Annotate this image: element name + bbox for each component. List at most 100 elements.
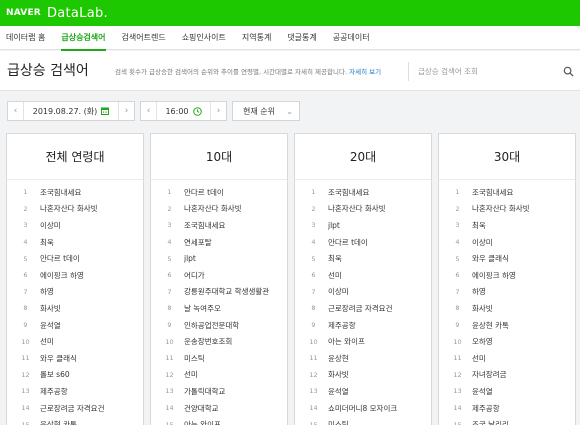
keyword-row[interactable]: 6 에이핑크 하영 xyxy=(439,267,575,284)
keyword-row[interactable]: 7 하영 xyxy=(7,284,143,301)
nav-item-regional-stats[interactable]: 지역통계 xyxy=(242,26,271,50)
keyword-link[interactable]: 선미 xyxy=(472,353,486,364)
keyword-row[interactable]: 5 와우 클래식 xyxy=(439,250,575,267)
keyword-link[interactable]: 최욱 xyxy=(328,253,342,264)
keyword-link[interactable]: 아는 와이프 xyxy=(328,336,365,347)
keyword-row[interactable]: 11 윤상현 xyxy=(295,350,431,367)
keyword-row[interactable]: 2 나혼자산다 화사빗 xyxy=(295,201,431,218)
keyword-row[interactable]: 8 화사빗 xyxy=(7,300,143,317)
keyword-link[interactable]: 하영 xyxy=(40,286,54,297)
keyword-link[interactable]: 최욱 xyxy=(40,237,54,248)
keyword-link[interactable]: 인하공업전문대학 xyxy=(184,320,239,331)
keyword-row[interactable]: 3 이상미 xyxy=(7,217,143,234)
keyword-link[interactable]: 윤상현 카톡 xyxy=(40,419,77,425)
keyword-row[interactable]: 3 jlpt xyxy=(295,217,431,234)
keyword-row[interactable]: 2 나혼자산다 화사빗 xyxy=(151,201,287,218)
keyword-row[interactable]: 6 어디가 xyxy=(151,267,287,284)
keyword-row[interactable]: 6 에이핑크 하영 xyxy=(7,267,143,284)
keyword-row[interactable]: 15 아는 와이프 xyxy=(151,416,287,425)
keyword-link[interactable]: 가톨릭대학교 xyxy=(184,386,225,397)
keyword-row[interactable]: 9 제주공항 xyxy=(295,317,431,334)
keyword-row[interactable]: 12 화사빗 xyxy=(295,367,431,384)
keyword-link[interactable]: 선미 xyxy=(40,336,54,347)
keyword-row[interactable]: 7 하영 xyxy=(439,284,575,301)
keyword-row[interactable]: 13 윤석열 xyxy=(295,383,431,400)
keyword-row[interactable]: 15 윤상현 카톡 xyxy=(7,416,143,425)
keyword-row[interactable]: 10 운송장번호조회 xyxy=(151,333,287,350)
keyword-link[interactable]: 나혼자산다 화사빗 xyxy=(184,203,242,214)
keyword-row[interactable]: 11 미스틱 xyxy=(151,350,287,367)
keyword-row[interactable]: 6 선미 xyxy=(295,267,431,284)
keyword-link[interactable]: 윤석열 xyxy=(40,320,61,331)
keyword-link[interactable]: 강릉원주대학교 학생생활관 xyxy=(184,286,269,297)
nav-item-search-trend[interactable]: 검색어트렌드 xyxy=(122,26,166,50)
keyword-link[interactable]: 조국힘내세요 xyxy=(40,187,81,198)
keyword-row[interactable]: 5 안다르 t데이 xyxy=(7,250,143,267)
keyword-link[interactable]: 건양대학교 xyxy=(184,403,219,414)
keyword-link[interactable]: 자녀장려금 xyxy=(472,369,507,380)
keyword-link[interactable]: 조국힘내세요 xyxy=(472,187,513,198)
keyword-row[interactable]: 3 조국힘내세요 xyxy=(151,217,287,234)
keyword-link[interactable]: 오하영 xyxy=(472,336,493,347)
keyword-row[interactable]: 11 와우 클래식 xyxy=(7,350,143,367)
keyword-row[interactable]: 1 조국힘내세요 xyxy=(7,184,143,201)
prev-date-button[interactable]: ‹ xyxy=(8,102,24,120)
keyword-link[interactable]: 윤상현 카톡 xyxy=(472,320,509,331)
keyword-link[interactable]: 나혼자산다 화사빗 xyxy=(472,203,530,214)
keyword-link[interactable]: 어디가 xyxy=(184,270,205,281)
keyword-row[interactable]: 13 윤석열 xyxy=(439,383,575,400)
keyword-row[interactable]: 9 윤석열 xyxy=(7,317,143,334)
keyword-row[interactable]: 2 나혼자산다 화사빗 xyxy=(7,201,143,218)
keyword-link[interactable]: 운송장번호조회 xyxy=(184,336,232,347)
naver-logo[interactable]: NAVER xyxy=(6,8,41,18)
nav-item-shopping-insight[interactable]: 쇼핑인사이트 xyxy=(182,26,226,50)
keyword-row[interactable]: 15 미스틱 xyxy=(295,416,431,425)
keyword-row[interactable]: 14 근로장려금 자격요건 xyxy=(7,400,143,417)
nav-item-public-data[interactable]: 공공데이터 xyxy=(333,26,370,50)
keyword-row[interactable]: 13 가톨릭대학교 xyxy=(151,383,287,400)
keyword-link[interactable]: 윤상현 xyxy=(328,353,349,364)
keyword-link[interactable]: 근로장려금 자격요건 xyxy=(40,403,104,414)
keyword-row[interactable]: 9 윤상현 카톡 xyxy=(439,317,575,334)
nav-item-rising-keywords[interactable]: 급상승검색어 xyxy=(61,26,106,51)
keyword-link[interactable]: 근로장려금 자격요건 xyxy=(328,303,392,314)
keyword-link[interactable]: 제주공항 xyxy=(328,320,356,331)
prev-time-button[interactable]: ‹ xyxy=(141,102,157,120)
keyword-link[interactable]: 연세포탈 xyxy=(184,237,212,248)
keyword-row[interactable]: 4 이상미 xyxy=(439,234,575,251)
keyword-row[interactable]: 5 jlpt xyxy=(151,250,287,267)
keyword-link[interactable]: 쇼미더머니8 모자이크 xyxy=(328,403,397,414)
keyword-link[interactable]: 제주공항 xyxy=(40,386,68,397)
keyword-search[interactable]: 급상승 검색어 조회 xyxy=(408,62,580,81)
keyword-link[interactable]: 화사빗 xyxy=(40,303,61,314)
date-display[interactable]: 2019.08.27. (화) xyxy=(24,106,118,117)
keyword-link[interactable]: 화사빗 xyxy=(328,369,349,380)
clock-icon[interactable] xyxy=(192,106,202,116)
keyword-row[interactable]: 8 날 녹여주오 xyxy=(151,300,287,317)
nav-item-home[interactable]: 데이터랩 홈 xyxy=(6,26,45,50)
keyword-row[interactable]: 14 쇼미더머니8 모자이크 xyxy=(295,400,431,417)
keyword-row[interactable]: 12 자녀장려금 xyxy=(439,367,575,384)
keyword-link[interactable]: 와우 클래식 xyxy=(40,353,77,364)
keyword-row[interactable]: 13 제주공항 xyxy=(7,383,143,400)
detail-link[interactable]: 자세히 보기 xyxy=(349,68,381,76)
nav-item-comment-stats[interactable]: 댓글통계 xyxy=(287,26,316,50)
keyword-row[interactable]: 4 안다르 t데이 xyxy=(295,234,431,251)
search-icon[interactable] xyxy=(563,66,574,77)
keyword-link[interactable]: 조국힘내세요 xyxy=(184,220,225,231)
keyword-row[interactable]: 10 선미 xyxy=(7,333,143,350)
keyword-link[interactable]: 나혼자산다 화사빗 xyxy=(328,203,386,214)
keyword-link[interactable]: 안다르 t데이 xyxy=(184,187,224,198)
time-display[interactable]: 16:00 xyxy=(157,107,210,116)
keyword-row[interactable]: 9 인하공업전문대학 xyxy=(151,317,287,334)
keyword-link[interactable]: 와우 클래식 xyxy=(472,253,509,264)
keyword-link[interactable]: 이상미 xyxy=(328,286,349,297)
keyword-row[interactable]: 1 안다르 t데이 xyxy=(151,184,287,201)
keyword-link[interactable]: 아는 와이프 xyxy=(184,419,221,425)
keyword-link[interactable]: 최욱 xyxy=(472,220,486,231)
keyword-link[interactable]: 이상미 xyxy=(472,237,493,248)
keyword-link[interactable]: 에이핑크 하영 xyxy=(40,270,84,281)
keyword-row[interactable]: 4 연세포탈 xyxy=(151,234,287,251)
keyword-row[interactable]: 12 선미 xyxy=(151,367,287,384)
keyword-row[interactable]: 10 아는 와이프 xyxy=(295,333,431,350)
